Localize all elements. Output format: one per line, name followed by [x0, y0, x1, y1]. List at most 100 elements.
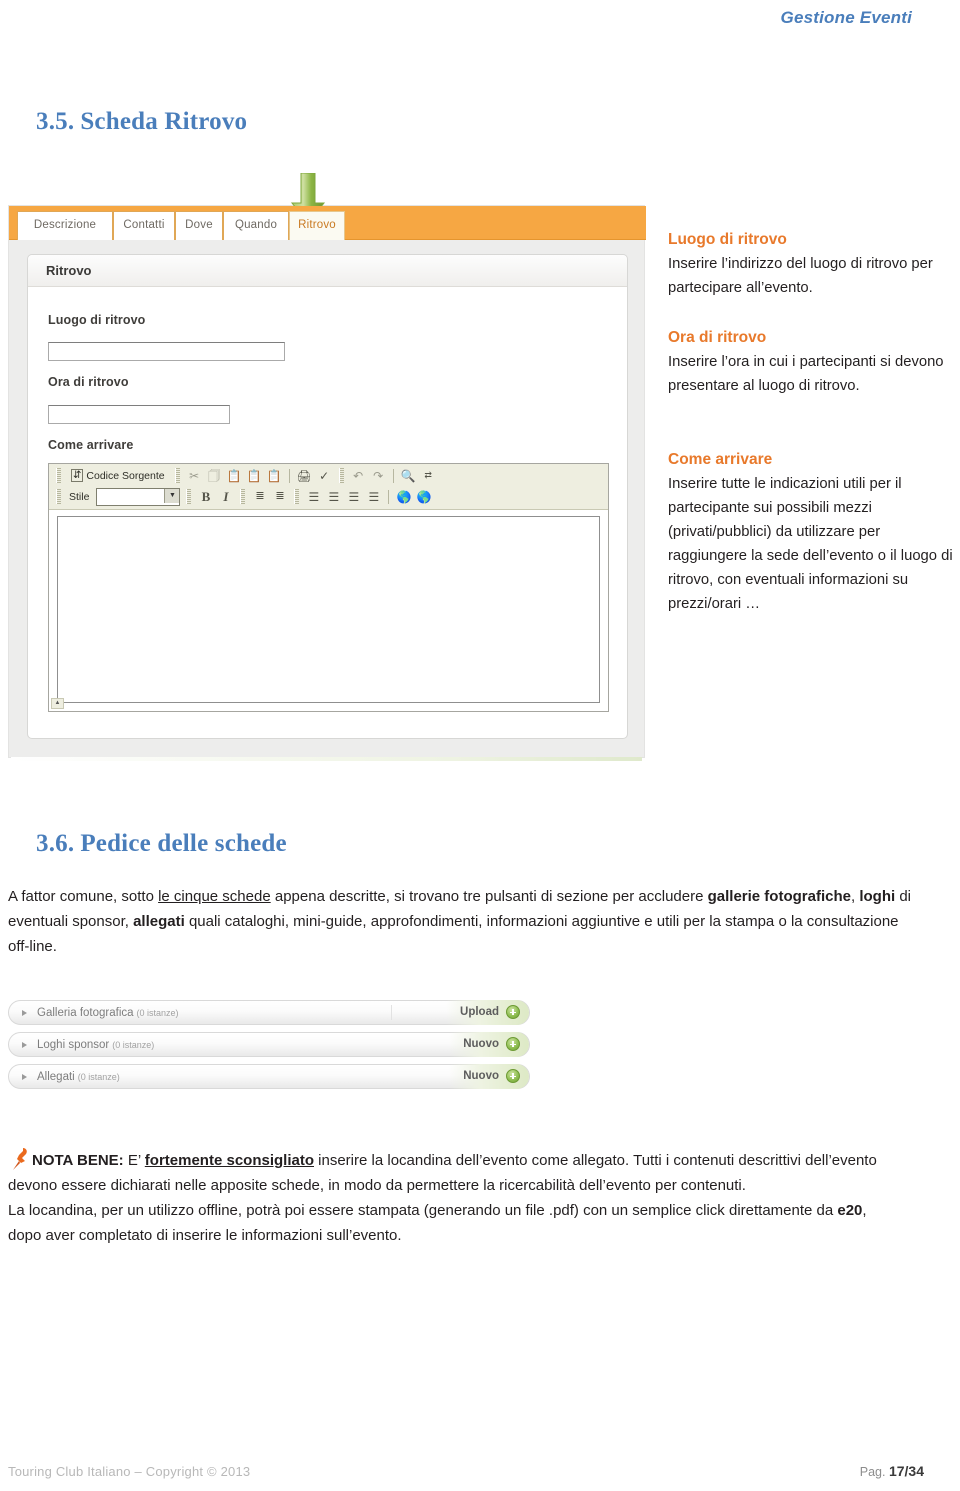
- section-title: Scheda Ritrovo: [80, 108, 248, 135]
- nota-underline: fortemente sconsigliato: [144, 1152, 314, 1169]
- accordion-title: Galleria fotografica: [37, 1007, 134, 1019]
- tab-quando[interactable]: Quando: [223, 211, 289, 240]
- nota-text: La locandina, per un utilizzo offline, p…: [8, 1202, 838, 1219]
- expand-triangle-icon[interactable]: [22, 1074, 27, 1080]
- cut-icon[interactable]: ✂: [186, 467, 203, 484]
- footer-page-prefix: Pag.: [859, 1465, 889, 1479]
- nuovo-button[interactable]: Nuovo: [449, 1064, 529, 1089]
- accordion-label: Allegati (0 istanze): [37, 1065, 120, 1089]
- redo-icon[interactable]: ↷: [370, 467, 387, 484]
- description-come-arrivare: Come arrivare Inserire tutte le indicazi…: [668, 448, 954, 616]
- bold-icon[interactable]: B: [197, 488, 214, 505]
- accordion-row-loghi-sponsor[interactable]: Loghi sponsor (0 istanze) Nuovo: [8, 1032, 530, 1057]
- accordion-count: (0 istanze): [136, 1008, 179, 1018]
- accordion-row-galleria-fotografica[interactable]: Galleria fotografica (0 istanze) Upload: [8, 1000, 530, 1025]
- accordion-label: Galleria fotografica (0 istanze): [37, 1001, 179, 1025]
- toolbar-gripper-icon: [338, 468, 344, 483]
- tab-bar: Descrizione Contatti Dove Quando Ritrovo: [9, 206, 646, 240]
- toolbar-gripper-icon: [56, 489, 61, 504]
- style-select[interactable]: ▼: [96, 487, 181, 506]
- description-ora-di-ritrovo: Ora di ritrovo Inserire l’ora in cui i p…: [668, 326, 954, 398]
- tab-dove[interactable]: Dove: [175, 211, 223, 240]
- nota-text: E’: [123, 1152, 145, 1169]
- add-circle-icon: [506, 1005, 520, 1019]
- toolbar-separator: [288, 468, 290, 483]
- tab-descrizione[interactable]: Descrizione: [17, 211, 113, 240]
- align-center-icon[interactable]: ☰: [325, 488, 342, 505]
- input-luogo-di-ritrovo[interactable]: [48, 342, 285, 361]
- input-ora-di-ritrovo[interactable]: [48, 405, 230, 424]
- label-luogo-di-ritrovo: Luogo di ritrovo: [48, 313, 146, 327]
- style-select-label: Stile: [69, 490, 90, 503]
- description-heading: Luogo di ritrovo: [668, 231, 787, 248]
- paragraph-pedice-delle-schede: A fattor comune, sotto le cinque schede …: [8, 884, 913, 959]
- expand-triangle-icon[interactable]: [22, 1042, 27, 1048]
- para-text: appena descritte, si trovano tre pulsant…: [270, 888, 708, 905]
- undo-icon[interactable]: ↶: [350, 467, 367, 484]
- align-left-icon[interactable]: ☰: [305, 488, 322, 505]
- tab-contatti[interactable]: Contatti: [113, 211, 175, 240]
- upload-button-label: Upload: [460, 1006, 499, 1018]
- align-justify-icon[interactable]: ☰: [365, 488, 382, 505]
- toolbar-separator: [392, 468, 394, 483]
- footer-copyright: Touring Club Italiano – Copyright © 2013: [8, 1464, 251, 1479]
- accordion-title: Loghi sponsor: [37, 1039, 110, 1051]
- accordion-label: Loghi sponsor (0 istanze): [37, 1033, 154, 1057]
- para-underline: le cinque schede: [158, 888, 271, 905]
- editor-content-area[interactable]: [57, 516, 600, 703]
- paste-text-icon[interactable]: 📋: [246, 467, 263, 484]
- accordion-title: Allegati: [37, 1071, 75, 1083]
- accordion-divider: [391, 1005, 392, 1020]
- spellcheck-icon[interactable]: ✓: [316, 467, 333, 484]
- accordion-count: (0 istanze): [77, 1072, 120, 1082]
- running-header: Gestione Eventi: [780, 8, 912, 27]
- toolbar-gripper-icon: [186, 489, 192, 504]
- section-heading-3-6: 3.6. Pedice delle schede: [36, 830, 287, 858]
- source-icon[interactable]: ⇵ Codice Sorgente: [67, 467, 169, 484]
- panel-title: Ritrovo: [28, 255, 627, 287]
- upload-button[interactable]: Upload: [446, 1000, 529, 1025]
- nota-bene-label: NOTA BENE:: [32, 1152, 124, 1169]
- accordion-row-allegati[interactable]: Allegati (0 istanze) Nuovo: [8, 1064, 530, 1089]
- para-bold: gallerie fotografiche: [707, 888, 851, 905]
- expand-triangle-icon[interactable]: [22, 1010, 27, 1016]
- rich-text-editor: ⇵ Codice Sorgente ✂ 🗍 📋 📋 📋 🖨 ✓ ↶ ↷ 🔍 ⇄ …: [48, 463, 609, 712]
- toolbar-separator: [388, 489, 390, 504]
- numbered-list-icon[interactable]: ≣: [251, 488, 268, 505]
- link-icon[interactable]: 🌎: [395, 488, 412, 505]
- screenshot-ritrovo-tab: Descrizione Contatti Dove Quando Ritrovo…: [8, 172, 646, 761]
- tab-ritrovo[interactable]: Ritrovo: [289, 211, 345, 240]
- toolbar-collapse-icon[interactable]: ▲: [51, 698, 64, 709]
- footer-page-number: Pag. 17/34: [860, 1463, 924, 1479]
- replace-icon[interactable]: ⇄: [420, 467, 437, 484]
- nuovo-button-label: Nuovo: [463, 1070, 499, 1082]
- paragraph-nota-bene: NOTA BENE: E’ fortemente sconsigliato in…: [8, 1148, 878, 1248]
- section-title: Pedice delle schede: [80, 830, 287, 857]
- toolbar-gripper-icon: [294, 489, 300, 504]
- paste-word-icon[interactable]: 📋: [266, 467, 283, 484]
- section-heading-3-5: 3.5. Scheda Ritrovo: [36, 108, 247, 136]
- find-icon[interactable]: 🔍: [400, 467, 417, 484]
- align-right-icon[interactable]: ☰: [345, 488, 362, 505]
- editor-toolbar-row-1: ⇵ Codice Sorgente ✂ 🗍 📋 📋 📋 🖨 ✓ ↶ ↷ 🔍 ⇄: [49, 465, 608, 486]
- unlink-icon[interactable]: 🌎: [415, 488, 432, 505]
- nuovo-button[interactable]: Nuovo: [449, 1032, 529, 1057]
- copy-icon[interactable]: 🗍: [206, 467, 223, 484]
- toolbar-gripper-icon: [240, 489, 246, 504]
- screenshot-accordion-bars: Galleria fotografica (0 istanze) Upload L…: [8, 1000, 530, 1096]
- description-body: Inserire l’ora in cui i partecipanti si …: [668, 354, 944, 394]
- para-bold: loghi: [859, 888, 896, 905]
- print-icon[interactable]: 🖨: [296, 467, 313, 484]
- section-number: 3.6.: [36, 830, 75, 857]
- italic-icon[interactable]: I: [217, 488, 234, 505]
- toolbar-gripper-icon: [56, 468, 61, 483]
- toolbar-gripper-icon: [174, 468, 180, 483]
- para-bold: allegati: [133, 913, 185, 930]
- description-body: Inserire tutte le indicazioni utili per …: [668, 476, 953, 612]
- description-body: Inserire l’indirizzo del luogo di ritrov…: [668, 256, 933, 296]
- footer-page-value: 17/34: [888, 1463, 924, 1479]
- paste-icon[interactable]: 📋: [226, 467, 243, 484]
- bulleted-list-icon[interactable]: ≣: [271, 488, 288, 505]
- add-circle-icon: [506, 1037, 520, 1051]
- label-come-arrivare: Come arrivare: [48, 438, 134, 452]
